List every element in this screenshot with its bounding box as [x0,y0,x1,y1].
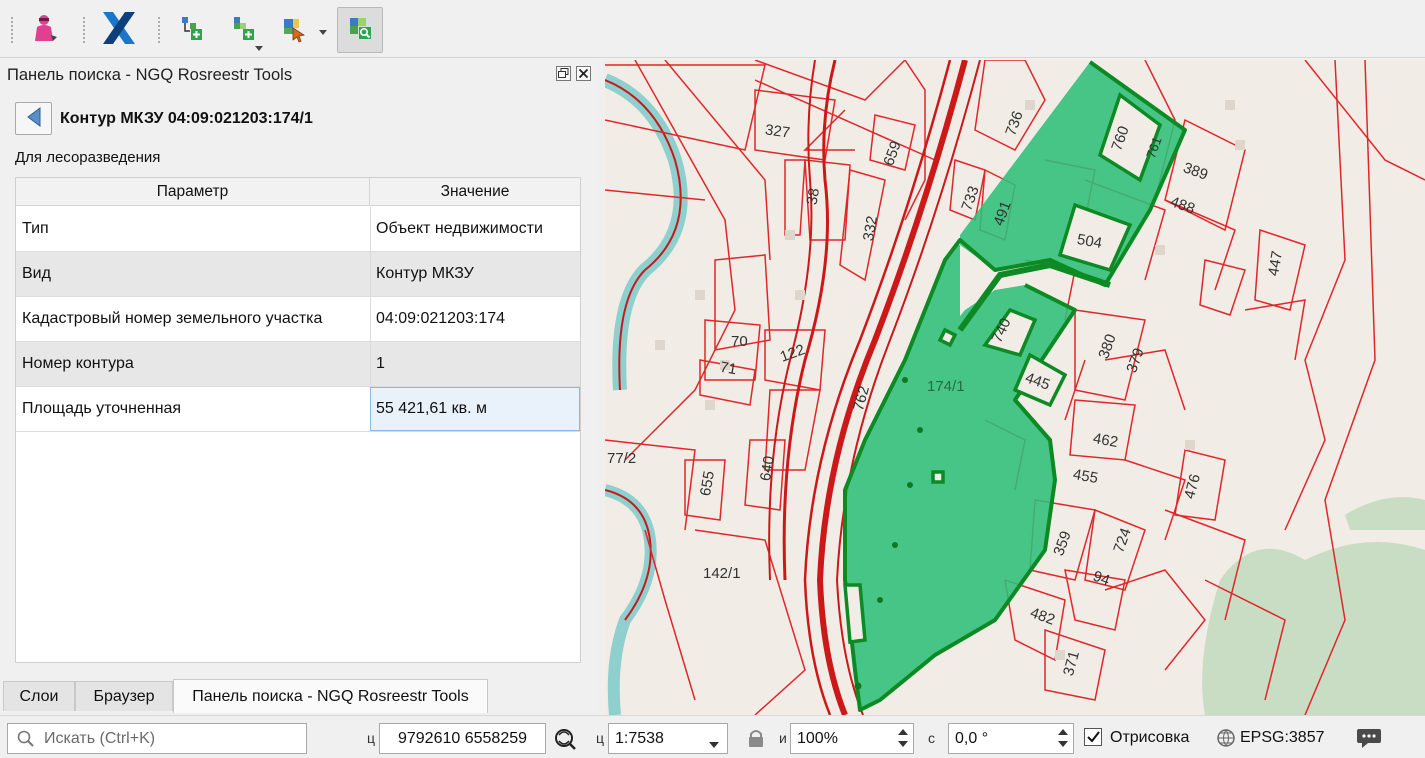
panel-title: Панель поиска - NGQ Rosreestr Tools [7,66,293,84]
toolbar-grip[interactable] [157,16,161,44]
render-label: Отрисовка [1110,729,1190,746]
cell-value-selected[interactable]: 55 421,61 кв. м [370,387,580,431]
column-header-value[interactable]: Значение [369,178,580,206]
magnifier-spinbox[interactable]: 100% [790,723,914,754]
cell-value[interactable]: Контур МКЗУ [370,252,580,296]
dock-tabs: Слои Браузер Панель поиска - NGQ Rosrees… [0,679,598,714]
rotation-value: 0,0 ° [955,729,989,747]
locator-search-input[interactable]: Искать (Ctrl+K) [7,723,307,754]
chevron-down-icon [709,736,719,754]
magnifier-label: и [779,730,787,746]
add-layer-button[interactable] [170,8,212,52]
rotation-spinbox[interactable]: 0,0 ° [948,723,1074,754]
globe-icon[interactable] [1216,728,1236,752]
add-layer-icon [176,13,206,47]
parcel-label: 38 [803,186,824,207]
object-subtitle: Для лесоразведения [15,149,161,166]
tab-layers[interactable]: Слои [3,681,75,711]
cell-value[interactable]: 04:09:021203:174 [370,297,580,341]
cell-parameter: Кадастровый номер земельного участка [22,310,323,327]
scale-combobox[interactable]: 1:7538 [608,723,728,754]
select-features-icon [278,13,308,47]
column-header-parameter[interactable]: Параметр [16,178,369,206]
parcel-label-selected: 174/1 [927,378,965,395]
identify-tool-icon [26,11,60,49]
crs-label[interactable]: EPSG:3857 [1240,729,1325,747]
extents-toggle-icon[interactable] [552,726,578,756]
checkmark-icon [1085,731,1101,749]
close-icon [577,67,590,84]
attribute-table: Параметр Значение Тип Объект недвижимост… [15,177,581,663]
main-toolbar [0,0,1425,58]
table-row[interactable]: Вид Контур МКЗУ [16,252,580,297]
search-panel-button[interactable] [337,7,383,53]
search-panel-icon [345,13,375,47]
cell-value[interactable]: Объект недвижимости [370,207,580,251]
table-row[interactable]: Номер контура 1 [16,342,580,387]
identify-tool-button[interactable] [22,8,64,52]
river [605,73,688,391]
cell-value[interactable]: 1 [370,342,580,386]
cell-parameter: Тип [22,220,49,237]
table-row[interactable]: Площадь уточненная 55 421,61 кв. м [16,387,580,432]
cell-parameter: Вид [22,265,51,282]
cell-parameter: Номер контура [22,355,134,372]
back-button[interactable] [15,102,52,135]
river [605,484,657,715]
arrow-left-icon [26,106,42,131]
parcel-label: 70 [731,333,748,350]
parcel-label: 142/1 [703,565,741,582]
lock-icon[interactable] [747,728,765,752]
chevron-down-icon[interactable] [318,24,330,36]
search-panel: Панель поиска - NGQ Rosreestr Tools Конт… [0,59,598,679]
map-canvas[interactable]: 327 659 736 760 761 389 488 38 332 733 4… [605,60,1425,715]
spin-arrows-icon[interactable] [1055,726,1071,751]
coordinate-field[interactable]: 9792610 6558259 [379,723,546,754]
coordinate-label: ц [367,730,376,746]
ngq-logo-button[interactable] [98,8,140,52]
search-icon [17,730,35,752]
object-title: Контур МКЗУ 04:09:021203:174/1 [60,110,313,127]
rotation-label: с [928,730,935,746]
select-features-button[interactable] [272,8,314,52]
table-row[interactable]: Кадастровый номер земельного участка 04:… [16,297,580,342]
forest-area [1345,497,1425,530]
tab-search-panel[interactable]: Панель поиска - NGQ Rosreestr Tools [173,679,488,713]
forest-area [1202,542,1425,715]
scale-label: ц [596,730,605,746]
ngq-x-logo-icon [100,9,138,51]
parcel-label: 71 [718,358,739,379]
toolbar-grip[interactable] [10,16,14,44]
parcel-label: 327 [763,121,792,142]
parcel-label: 77/2 [607,450,637,467]
magnifier-value: 100% [797,729,838,747]
float-panel-button[interactable] [556,66,571,81]
status-bar: Искать (Ctrl+K) ц 9792610 6558259 ц 1:75… [0,715,1425,758]
scale-value: 1:7538 [615,729,664,747]
cell-parameter: Площадь уточненная [22,400,182,417]
table-row[interactable]: Тип Объект недвижимости [16,207,580,252]
toolbar-grip[interactable] [82,16,86,44]
close-panel-button[interactable] [576,66,591,81]
panel-splitter[interactable] [598,59,605,715]
restore-window-icon [557,67,570,84]
tab-browser[interactable]: Браузер [75,681,173,711]
chevron-down-icon[interactable] [254,40,266,52]
spin-arrows-icon[interactable] [895,726,911,751]
messages-icon[interactable] [1356,726,1382,754]
render-checkbox[interactable] [1084,728,1102,746]
